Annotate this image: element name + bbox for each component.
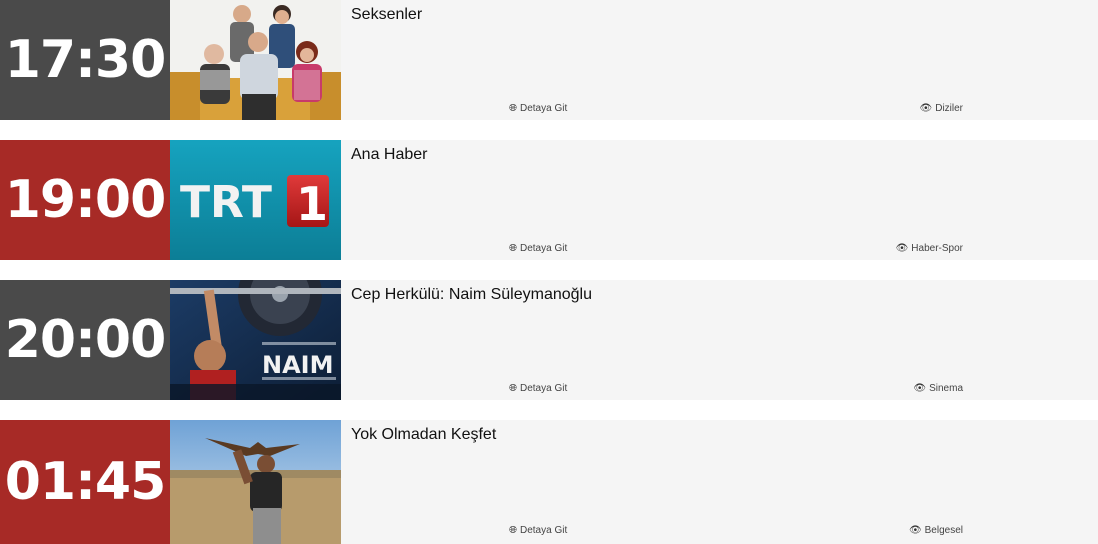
eye-icon: 👁︎	[919, 102, 933, 114]
program-title[interactable]: Yok Olmadan Keşfet	[351, 426, 496, 444]
program-info: Ana Haber 🌐︎ Detaya Git 👁︎ Haber-Spor	[341, 140, 1098, 260]
program-title[interactable]: Cep Herkülü: Naim Süleymanoğlu	[351, 286, 592, 304]
program-time: 01:45	[0, 420, 170, 544]
program-info: Yok Olmadan Keşfet 🌐︎ Detaya Git 👁︎ Belg…	[341, 420, 1098, 544]
category-link[interactable]: 👁︎ Diziler	[920, 103, 963, 114]
program-time: 20:00	[0, 280, 170, 400]
logo-number: 1	[296, 177, 328, 231]
category-label: Haber-Spor	[911, 243, 963, 254]
details-label: Detaya Git	[520, 243, 568, 254]
logo-text: TRT	[180, 177, 272, 228]
program-info: Cep Herkülü: Naim Süleymanoğlu 🌐︎ Detaya…	[341, 280, 1098, 400]
category-label: Sinema	[929, 383, 963, 394]
category-label: Belgesel	[924, 525, 963, 536]
weightlifter-poster: NAIM	[170, 280, 341, 400]
program-row: 01:45 Yok Olmadan Keşfet 🌐︎ Detaya Git 👁…	[0, 420, 1098, 544]
program-thumbnail[interactable]: NAIM	[170, 280, 341, 400]
program-title[interactable]: Ana Haber	[351, 146, 428, 164]
poster-text: NAIM	[262, 351, 333, 379]
eagle-falconer-photo	[170, 420, 341, 544]
details-link[interactable]: 🌐︎ Detaya Git	[509, 383, 567, 394]
eye-icon: 👁︎	[895, 242, 909, 254]
eye-icon: 👁︎	[913, 382, 927, 394]
program-thumbnail[interactable]	[170, 420, 341, 544]
details-link[interactable]: 🌐︎ Detaya Git	[509, 525, 567, 536]
program-row: 20:00 NAIM Cep Herkülü: Naim Süleymanoğl…	[0, 280, 1098, 400]
details-link[interactable]: 🌐︎ Detaya Git	[509, 243, 567, 254]
details-label: Detaya Git	[520, 103, 568, 114]
program-row: 19:00 TRT 1 Ana Haber 🌐︎ Detaya Git 👁︎ H…	[0, 140, 1098, 260]
program-time: 17:30	[0, 0, 170, 120]
program-row: 17:30 Seksenler 🌐︎ Detaya Git 👁︎ Diziler	[0, 0, 1098, 120]
details-link[interactable]: 🌐︎ Detaya Git	[509, 103, 567, 114]
category-link[interactable]: 👁︎ Belgesel	[909, 525, 963, 536]
category-label: Diziler	[935, 103, 963, 114]
program-info: Seksenler 🌐︎ Detaya Git 👁︎ Diziler	[341, 0, 1098, 120]
globe-icon: 🌐︎	[509, 102, 517, 114]
program-title[interactable]: Seksenler	[351, 6, 422, 24]
category-link[interactable]: 👁︎ Sinema	[913, 383, 963, 394]
globe-icon: 🌐︎	[509, 524, 517, 536]
program-thumbnail[interactable]: TRT 1	[170, 140, 341, 260]
program-thumbnail[interactable]	[170, 0, 341, 120]
eye-icon: 👁︎	[908, 524, 922, 536]
family-sitcom-photo	[170, 0, 341, 120]
globe-icon: 🌐︎	[509, 242, 517, 254]
trt1-logo: TRT 1	[170, 140, 341, 260]
details-label: Detaya Git	[520, 525, 568, 536]
program-time: 19:00	[0, 140, 170, 260]
details-label: Detaya Git	[520, 383, 568, 394]
globe-icon: 🌐︎	[509, 382, 517, 394]
category-link[interactable]: 👁︎ Haber-Spor	[896, 243, 963, 254]
